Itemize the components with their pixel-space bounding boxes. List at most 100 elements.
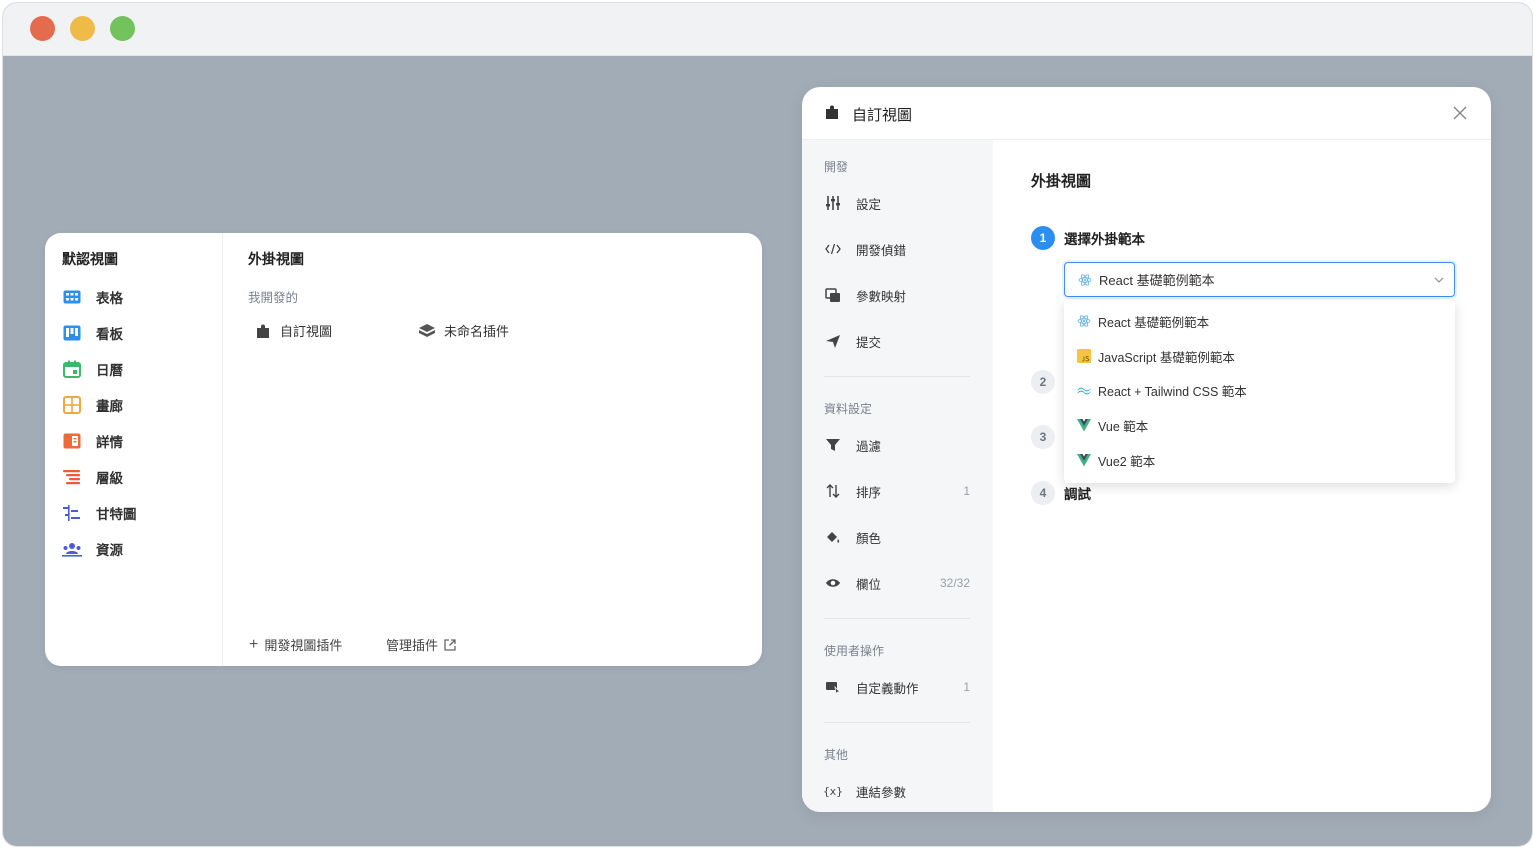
react-icon bbox=[1076, 313, 1092, 329]
section-title-data-settings: 資料設定 bbox=[824, 402, 873, 416]
template-option-vue2[interactable]: Vue2 範本 bbox=[1064, 443, 1455, 478]
plugin-views-title: 外掛視圖 bbox=[248, 251, 304, 267]
javascript-icon bbox=[1076, 348, 1092, 364]
modal-content: 外掛視圖 1 選擇外掛範本 2 3 4 調試 React 基礎範例範本 Reac… bbox=[993, 140, 1491, 812]
develop-plugin-button[interactable]: + 開發視圖插件 bbox=[249, 635, 342, 654]
step-1: 1 選擇外掛範本 bbox=[1031, 226, 1145, 250]
manage-plugin-button[interactable]: 管理插件 bbox=[386, 635, 456, 654]
gantt-icon bbox=[62, 503, 82, 523]
puzzle-icon bbox=[824, 104, 842, 122]
maximize-window-button[interactable] bbox=[110, 16, 135, 41]
my-developed-label: 我開發的 bbox=[248, 291, 299, 305]
plugin-views-panel: 外掛視圖 我開發的 自訂視圖 未命名插件 + 開發視圖插件 管理插件 bbox=[224, 233, 762, 666]
view-item-label: 畫廊 bbox=[96, 399, 123, 414]
mapping-icon bbox=[824, 286, 842, 304]
view-item-table[interactable]: 表格 bbox=[62, 285, 123, 309]
nav-item-filter[interactable]: 過濾 bbox=[824, 434, 970, 456]
view-item-gallery[interactable]: 畫廊 bbox=[62, 393, 123, 417]
vue-icon bbox=[1076, 417, 1092, 433]
gallery-icon bbox=[62, 395, 82, 415]
braces-icon: {x} bbox=[823, 784, 843, 798]
react-icon bbox=[1077, 272, 1093, 288]
sliders-icon bbox=[824, 194, 842, 212]
nav-item-custom-action[interactable]: 自定義動作 1 bbox=[824, 676, 970, 698]
section-title-other: 其他 bbox=[824, 748, 849, 762]
send-icon bbox=[824, 332, 842, 350]
calendar-icon bbox=[62, 359, 82, 379]
step-4: 4 調試 bbox=[1031, 481, 1091, 505]
step-number: 3 bbox=[1031, 425, 1055, 449]
nav-item-dev-debug[interactable]: 開發偵錯 bbox=[824, 238, 970, 260]
modal-title: 自訂視圖 bbox=[852, 107, 913, 124]
modal-sidebar: 開發 設定 開發偵錯 參數映射 提交 資料設定 過濾 排序 1 顏色 欄位 32… bbox=[802, 140, 993, 812]
nav-item-fields[interactable]: 欄位 32/32 bbox=[824, 572, 970, 594]
sort-icon bbox=[824, 482, 842, 500]
cube-icon bbox=[418, 322, 436, 340]
eye-icon bbox=[824, 574, 842, 592]
close-icon[interactable] bbox=[1450, 103, 1470, 123]
view-item-label: 資源 bbox=[96, 543, 123, 558]
step-label: 選擇外掛範本 bbox=[1064, 232, 1145, 247]
template-option-react-tailwind[interactable]: React + Tailwind CSS 範本 bbox=[1064, 373, 1455, 408]
step-3: 3 bbox=[1031, 425, 1064, 449]
template-select[interactable]: React 基礎範例範本 bbox=[1064, 262, 1455, 297]
section-divider bbox=[824, 722, 970, 723]
nav-item-submit[interactable]: 提交 bbox=[824, 330, 970, 352]
nav-item-link-params[interactable]: {x} 連結參數 bbox=[823, 780, 970, 802]
minimize-window-button[interactable] bbox=[70, 16, 95, 41]
template-option-javascript[interactable]: JavaScript 基礎範例範本 bbox=[1064, 339, 1455, 374]
plugin-item-label: 未命名插件 bbox=[444, 324, 510, 339]
title-bar bbox=[3, 3, 1532, 56]
detail-icon bbox=[62, 431, 82, 451]
nav-item-sort[interactable]: 排序 1 bbox=[824, 480, 970, 502]
code-icon bbox=[824, 240, 842, 258]
view-item-label: 詳情 bbox=[96, 435, 123, 450]
external-link-icon bbox=[444, 638, 456, 651]
template-dropdown: React 基礎範例範本 JavaScript 基礎範例範本 React + T… bbox=[1064, 300, 1455, 483]
paint-bucket-icon bbox=[824, 528, 842, 546]
template-option-vue[interactable]: Vue 範本 bbox=[1064, 408, 1455, 443]
close-window-button[interactable] bbox=[30, 16, 55, 41]
view-item-label: 日曆 bbox=[96, 363, 123, 378]
custom-view-modal: 自訂視圖 開發 設定 開發偵錯 參數映射 提交 資料設定 過濾 排序 1 顏色 … bbox=[802, 87, 1491, 812]
step-label: 調試 bbox=[1064, 487, 1091, 502]
vue-icon bbox=[1076, 452, 1092, 468]
plugin-item-label: 自訂視圖 bbox=[280, 324, 333, 339]
view-item-label: 甘特圖 bbox=[96, 507, 137, 522]
template-option-react[interactable]: React 基礎範例範本 bbox=[1064, 304, 1455, 339]
default-views-panel: 默認視圖 表格 看板 日曆 畫廊 詳情 層級 甘特圖 資源 bbox=[45, 233, 223, 666]
app-window: 默認視圖 表格 看板 日曆 畫廊 詳情 層級 甘特圖 資源 外掛視圖 我開發的 … bbox=[3, 3, 1532, 846]
step-2: 2 bbox=[1031, 370, 1064, 394]
kanban-icon bbox=[62, 323, 82, 343]
view-item-label: 表格 bbox=[96, 291, 123, 306]
view-item-label: 看板 bbox=[96, 327, 123, 342]
chevron-down-icon bbox=[1432, 273, 1446, 287]
step-number: 1 bbox=[1031, 226, 1055, 250]
nav-item-color[interactable]: 顏色 bbox=[824, 526, 970, 548]
step-number: 2 bbox=[1031, 370, 1055, 394]
view-item-label: 層級 bbox=[96, 471, 123, 486]
view-item-calendar[interactable]: 日曆 bbox=[62, 357, 123, 381]
view-item-resource[interactable]: 資源 bbox=[62, 537, 123, 561]
step-number: 4 bbox=[1031, 481, 1055, 505]
hierarchy-icon bbox=[62, 467, 82, 487]
nav-item-param-mapping[interactable]: 參數映射 bbox=[824, 284, 970, 306]
plus-icon: + bbox=[249, 635, 259, 653]
filter-icon bbox=[824, 436, 842, 454]
puzzle-icon bbox=[254, 322, 272, 340]
section-divider bbox=[824, 376, 970, 377]
plugin-item-unnamed[interactable]: 未命名插件 bbox=[418, 321, 509, 340]
nav-item-settings[interactable]: 設定 bbox=[824, 192, 970, 214]
section-divider bbox=[824, 618, 970, 619]
table-grid-icon bbox=[62, 287, 82, 307]
default-views-title: 默認視圖 bbox=[62, 251, 118, 267]
section-title-develop: 開發 bbox=[824, 160, 849, 174]
template-select-value: React 基礎範例範本 bbox=[1099, 273, 1215, 288]
view-item-gantt[interactable]: 甘特圖 bbox=[62, 501, 137, 525]
action-icon bbox=[824, 678, 842, 696]
view-item-kanban[interactable]: 看板 bbox=[62, 321, 123, 345]
view-item-hierarchy[interactable]: 層級 bbox=[62, 465, 123, 489]
view-item-detail[interactable]: 詳情 bbox=[62, 429, 123, 453]
view-picker-card: 默認視圖 表格 看板 日曆 畫廊 詳情 層級 甘特圖 資源 外掛視圖 我開發的 … bbox=[45, 233, 762, 666]
plugin-item-custom-view[interactable]: 自訂視圖 bbox=[254, 321, 332, 340]
